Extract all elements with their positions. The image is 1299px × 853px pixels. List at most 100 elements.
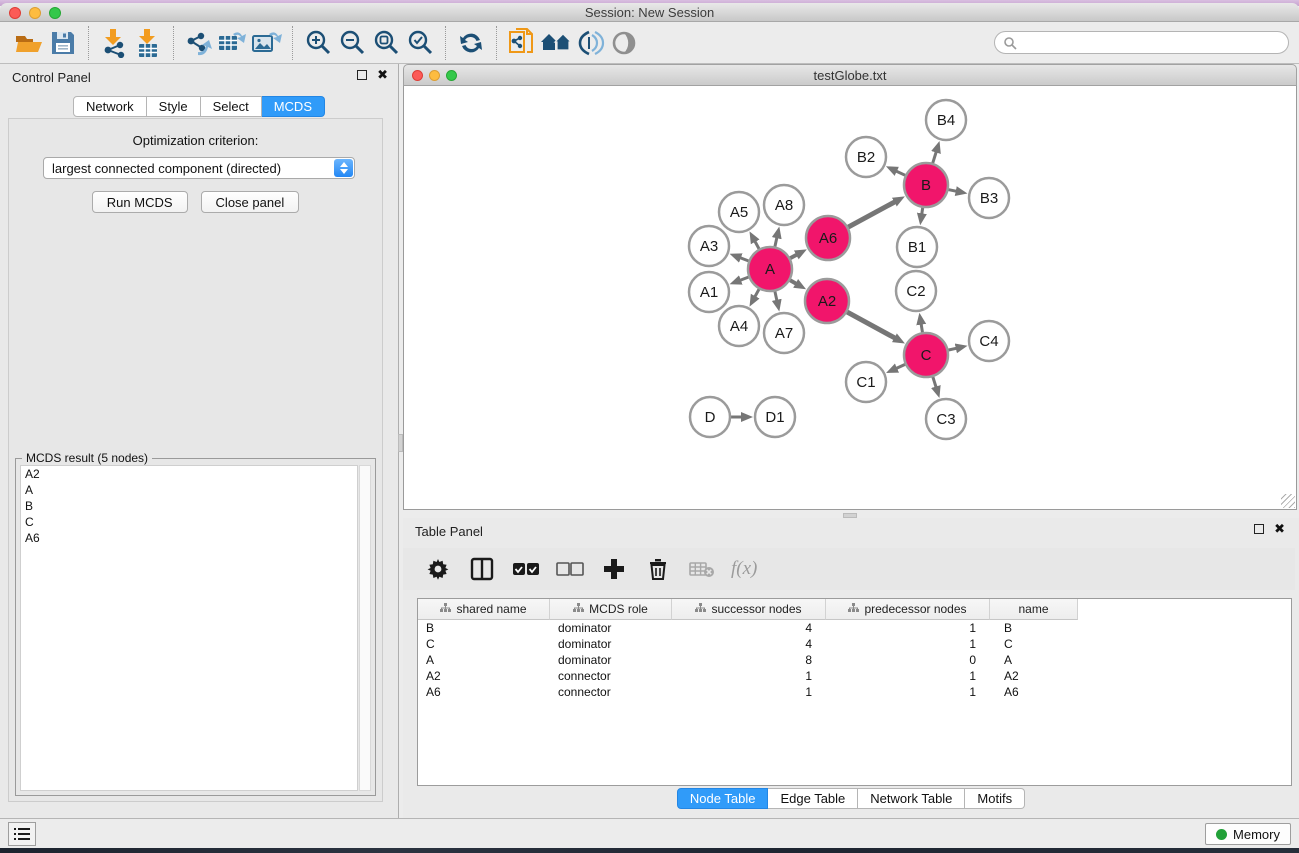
column-header-MCDS-role[interactable]: MCDS role (550, 599, 672, 620)
float-table-panel-icon[interactable] (1254, 524, 1264, 534)
network-node-D1[interactable]: D1 (755, 397, 795, 437)
select-all-icon[interactable] (511, 554, 541, 584)
control-panel-title: Control Panel (12, 70, 91, 85)
search-input[interactable] (1017, 34, 1288, 52)
unselect-all-icon[interactable] (555, 554, 585, 584)
tab-style[interactable]: Style (147, 96, 201, 117)
import-table-icon[interactable] (131, 26, 165, 60)
network-node-D[interactable]: D (690, 397, 730, 437)
network-node-A4[interactable]: A4 (719, 306, 759, 346)
network-node-A5[interactable]: A5 (719, 192, 759, 232)
mcds-result-item: A (21, 482, 357, 498)
run-mcds-button[interactable]: Run MCDS (92, 191, 188, 213)
table-row[interactable]: Bdominator41B (418, 620, 1291, 636)
mcds-result-scrollbar[interactable] (359, 465, 371, 791)
tab-network[interactable]: Network (73, 96, 147, 117)
save-session-icon[interactable] (46, 26, 80, 60)
table-cell: B (418, 620, 550, 636)
show-column-icon[interactable] (467, 554, 497, 584)
column-header-predecessor-nodes[interactable]: predecessor nodes (826, 599, 990, 620)
network-view-window: testGlobe.txt A A1 A2 A3 A4 A5 A6 A7 A8 B B1 B2 B3B4… (403, 64, 1297, 513)
network-node-A1[interactable]: A1 (689, 272, 729, 312)
tab-select[interactable]: Select (201, 96, 262, 117)
table-mode-gear-icon[interactable] (423, 554, 453, 584)
network-node-B[interactable]: B (904, 163, 948, 207)
open-session-icon[interactable] (12, 26, 46, 60)
home-icon[interactable] (539, 26, 573, 60)
column-header-label: shared name (456, 602, 526, 616)
table-tab-node-table[interactable]: Node Table (677, 788, 769, 809)
edge-A-A4 (755, 288, 760, 297)
mcds-result-list[interactable]: A2ABCA6 (20, 465, 358, 791)
table-row[interactable]: A2connector11A2 (418, 668, 1291, 684)
svg-text:C3: C3 (936, 411, 955, 428)
zoom-fit-icon[interactable] (369, 26, 403, 60)
import-network-icon[interactable] (97, 26, 131, 60)
add-column-icon[interactable] (599, 554, 629, 584)
column-header-name[interactable]: name (990, 599, 1078, 620)
table-row[interactable]: Cdominator41C (418, 636, 1291, 652)
table-tab-edge-table[interactable]: Edge Table (768, 788, 858, 809)
network-node-A2[interactable]: A2 (805, 279, 849, 323)
table-cell: 4 (672, 620, 826, 636)
export-network-icon[interactable] (182, 26, 216, 60)
close-panel-button[interactable]: Close panel (201, 191, 300, 213)
memory-button[interactable]: Memory (1205, 823, 1291, 845)
toolbar-separator (496, 26, 497, 60)
status-bar: Memory (0, 818, 1299, 848)
zoom-in-icon[interactable] (301, 26, 335, 60)
network-node-B2[interactable]: B2 (846, 137, 886, 177)
network-node-A7[interactable]: A7 (764, 313, 804, 353)
toolbar-separator (292, 26, 293, 60)
svg-text:B: B (921, 177, 931, 194)
table-tab-motifs[interactable]: Motifs (965, 788, 1025, 809)
network-node-B3[interactable]: B3 (969, 178, 1009, 218)
hide-graphics-details-icon[interactable] (573, 26, 607, 60)
delete-columns-icon[interactable] (643, 554, 673, 584)
edge-B-B4 (932, 152, 936, 164)
network-node-A6[interactable]: A6 (806, 216, 850, 260)
task-history-button[interactable] (8, 822, 36, 846)
table-row[interactable]: Adominator80A (418, 652, 1291, 668)
zoom-selected-icon[interactable] (403, 26, 437, 60)
table-cell: 1 (826, 636, 990, 652)
network-node-C[interactable]: C (904, 333, 948, 377)
search-box[interactable] (994, 31, 1289, 54)
network-node-B1[interactable]: B1 (897, 227, 937, 267)
network-node-C2[interactable]: C2 (896, 271, 936, 311)
network-node-C3[interactable]: C3 (926, 399, 966, 439)
apply-layout-icon[interactable] (454, 26, 488, 60)
table-cell: 1 (826, 620, 990, 636)
svg-text:B2: B2 (857, 149, 875, 166)
float-panel-icon[interactable] (357, 70, 367, 80)
close-table-panel-icon[interactable]: ✖ (1274, 524, 1285, 534)
search-icon (1003, 36, 1017, 50)
network-node-C1[interactable]: C1 (846, 362, 886, 402)
table-toolbar: f(x) (403, 548, 1295, 590)
tab-mcds[interactable]: MCDS (262, 96, 325, 117)
table-tab-network-table[interactable]: Network Table (858, 788, 965, 809)
network-node-B4[interactable]: B4 (926, 100, 966, 140)
export-table-icon[interactable] (216, 26, 250, 60)
network-window-titlebar[interactable]: testGlobe.txt (403, 64, 1297, 86)
criterion-select[interactable]: largest connected component (directed) (43, 157, 355, 179)
close-panel-icon[interactable]: ✖ (377, 70, 388, 80)
column-header-successor-nodes[interactable]: successor nodes (672, 599, 826, 620)
export-image-icon[interactable] (250, 26, 284, 60)
app-title: Session: New Session (0, 5, 1299, 20)
network-canvas-area[interactable]: A A1 A2 A3 A4 A5 A6 A7 A8 B B1 B2 B3B4 C C1 C2 C3 C4 D D1 (403, 86, 1297, 510)
eye-icon[interactable] (607, 26, 641, 60)
network-node-A[interactable]: A (748, 247, 792, 291)
window-resize-grip-icon[interactable] (1281, 494, 1295, 508)
network-node-A3[interactable]: A3 (689, 226, 729, 266)
zoom-out-icon[interactable] (335, 26, 369, 60)
table-cell: 0 (826, 652, 990, 668)
column-header-shared-name[interactable]: shared name (418, 599, 550, 620)
network-canvas[interactable]: A A1 A2 A3 A4 A5 A6 A7 A8 B B1 B2 B3B4 C C1 C2 C3 C4 D D1 (404, 86, 1296, 510)
clone-network-icon[interactable] (505, 26, 539, 60)
column-header-label: MCDS role (589, 602, 648, 616)
network-node-C4[interactable]: C4 (969, 321, 1009, 361)
network-node-A8[interactable]: A8 (764, 185, 804, 225)
table-row[interactable]: A6connector11A6 (418, 684, 1291, 700)
edge-C-C4 (947, 348, 956, 350)
